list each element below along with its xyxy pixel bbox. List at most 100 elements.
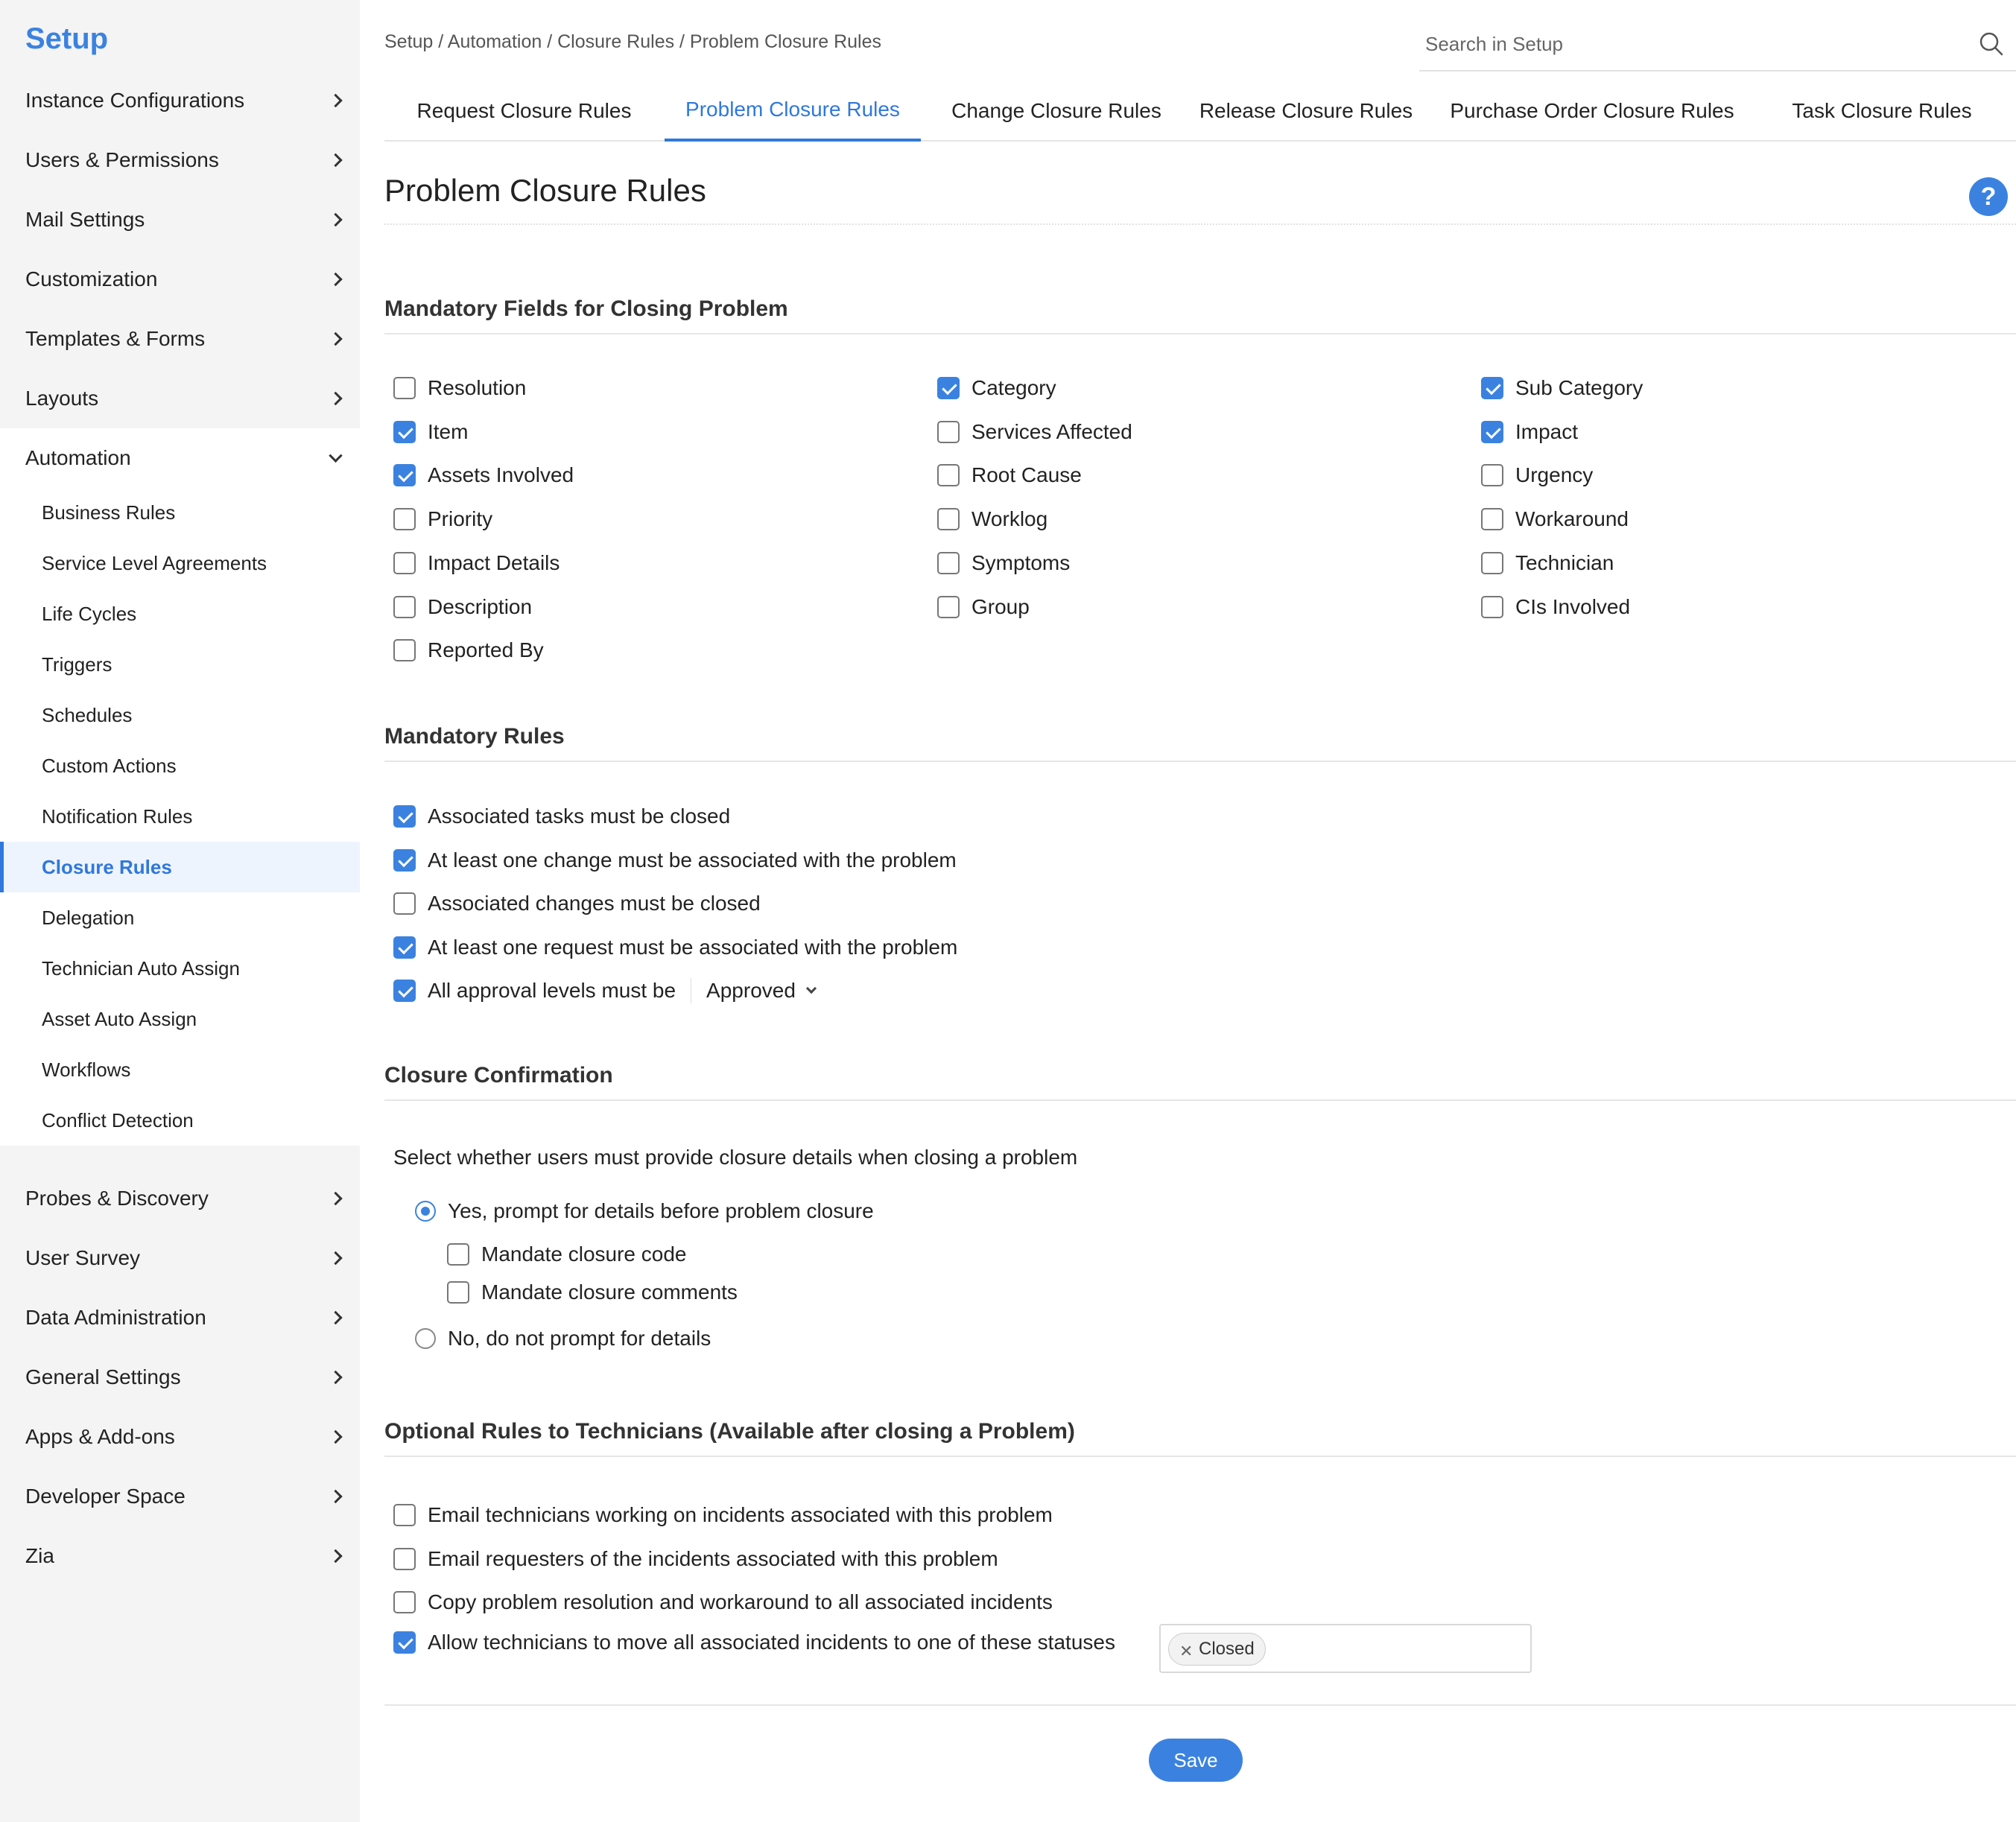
impact-details-checkbox[interactable] [393,551,416,574]
sidebar-subitem-asset-auto-assign[interactable]: Asset Auto Assign [0,994,360,1044]
mandate-closure-code-label: Mandate closure code [481,1242,687,1266]
technician-checkbox[interactable] [1481,551,1503,574]
tab-request-closure-rules[interactable]: Request Closure Rules [414,80,634,142]
sidebar-subitem-technician-auto-assign[interactable]: Technician Auto Assign [0,943,360,994]
tab-release-closure-rules[interactable]: Release Closure Rules [1194,80,1418,142]
section-divider [384,1099,2016,1101]
associated-tasks-must-be-closed-checkbox[interactable] [393,805,416,828]
mandate-closure-comments-checkbox[interactable] [447,1281,469,1304]
tab-task-closure-rules[interactable]: Task Closure Rules [1770,80,1994,142]
cis-involved-checkbox[interactable] [1481,595,1503,618]
sidebar-item-data-administration[interactable]: Data Administration [0,1288,360,1348]
associated-changes-must-be-closed-checkbox[interactable] [393,892,416,915]
sidebar-subitem-closure-rules[interactable]: Closure Rules [0,842,360,892]
symptoms-checkbox[interactable] [937,551,960,574]
sidebar-subitem-business-rules[interactable]: Business Rules [0,487,360,538]
reported-by-checkbox[interactable] [393,639,416,662]
option-services-affected: Services Affected [937,420,1132,444]
email-technicians-working-on-incidents-associated-with-this-problem-label: Email technicians working on incidents a… [428,1503,1053,1526]
services-affected-label: Services Affected [971,419,1132,443]
status-chip-label: Closed [1199,1639,1255,1659]
option-associated-changes-must-be-closed: Associated changes must be closed [393,892,761,915]
option-reported-by: Reported By [393,638,544,662]
option-workaround: Workaround [1481,507,1629,531]
sidebar-item-general-settings[interactable]: General Settings [0,1348,360,1407]
sidebar-subitem-schedules[interactable]: Schedules [0,690,360,740]
sidebar-item-automation[interactable]: Automation [0,428,360,488]
breadcrumb: Setup / Automation / Closure Rules / Pro… [384,31,881,52]
allow-move-status-checkbox[interactable] [393,1631,416,1654]
at-least-one-change-must-be-associated-with-the-problem-checkbox[interactable] [393,848,416,872]
closure-confirmation-description: Select whether users must provide closur… [393,1146,1078,1169]
sidebar-item-templates-forms[interactable]: Templates & Forms [0,309,360,369]
no-prompt-label: No, do not prompt for details [448,1327,711,1350]
description-checkbox[interactable] [393,595,416,618]
sidebar-item-developer-space[interactable]: Developer Space [0,1467,360,1526]
chevron-right-icon [329,1251,343,1266]
option-email-technicians-working-on-incidents-associated-with-this-problem: Email technicians working on incidents a… [393,1503,1053,1527]
at-least-one-change-must-be-associated-with-the-problem-label: At least one change must be associated w… [428,848,957,872]
sidebar-subitem-custom-actions[interactable]: Custom Actions [0,740,360,791]
approval-level-checkbox[interactable] [393,980,416,1002]
sidebar-subitem-delegation[interactable]: Delegation [0,892,360,943]
search-icon[interactable] [1979,31,2004,57]
impact-checkbox[interactable] [1481,420,1503,443]
option-impact-details: Impact Details [393,551,560,575]
sidebar-item-user-survey[interactable]: User Survey [0,1228,360,1288]
option-worklog: Worklog [937,507,1047,531]
priority-checkbox[interactable] [393,508,416,531]
sidebar-subitem-life-cycles[interactable]: Life Cycles [0,588,360,639]
sidebar-item-layouts[interactable]: Layouts [0,369,360,428]
sidebar-subitem-service-level-agreements[interactable]: Service Level Agreements [0,538,360,588]
sidebar-item-label: Zia [25,1544,54,1567]
sidebar-item-users-permissions[interactable]: Users & Permissions [0,130,360,190]
sub-category-checkbox[interactable] [1481,377,1503,399]
sidebar-subitem-triggers[interactable]: Triggers [0,639,360,690]
sidebar-subitem-workflows[interactable]: Workflows [0,1044,360,1095]
at-least-one-request-must-be-associated-with-the-problem-checkbox[interactable] [393,936,416,959]
email-technicians-working-on-incidents-associated-with-this-problem-checkbox[interactable] [393,1504,416,1526]
remove-chip-icon[interactable]: ✕ [1179,1642,1193,1661]
resolution-checkbox[interactable] [393,377,416,399]
item-checkbox[interactable] [393,420,416,443]
worklog-checkbox[interactable] [937,508,960,531]
sidebar-item-probes-discovery[interactable]: Probes & Discovery [0,1169,360,1228]
incident-status-select[interactable]: ✕ Closed [1159,1624,1532,1673]
tab-problem-closure-rules[interactable]: Problem Closure Rules [665,80,921,142]
chevron-right-icon [329,1549,343,1564]
footer-divider [384,1704,2016,1706]
category-checkbox[interactable] [937,377,960,399]
sidebar-subitem-notification-rules[interactable]: Notification Rules [0,791,360,842]
assets-involved-checkbox[interactable] [393,464,416,487]
email-requesters-of-the-incidents-associated-with-this-problem-checkbox[interactable] [393,1547,416,1570]
yes-prompt-radio[interactable] [415,1201,436,1222]
search-input[interactable]: Search in Setup [1419,22,2016,72]
root-cause-checkbox[interactable] [937,464,960,487]
sidebar-subitem-conflict-detection[interactable]: Conflict Detection [0,1095,360,1146]
sidebar-item-label: Users & Permissions [25,148,219,171]
sidebar-item-mail-settings[interactable]: Mail Settings [0,190,360,250]
sidebar-item-customization[interactable]: Customization [0,250,360,309]
no-prompt-radio[interactable] [415,1328,436,1349]
option-category: Category [937,376,1056,400]
save-button[interactable]: Save [1149,1739,1243,1782]
services-affected-checkbox[interactable] [937,420,960,443]
sidebar-item-instance-configurations[interactable]: Instance Configurations [0,71,360,130]
group-checkbox[interactable] [937,595,960,618]
approval-status-dropdown[interactable]: Approved [706,979,817,1003]
copy-problem-resolution-and-workaround-to-all-associated-incidents-checkbox[interactable] [393,1591,416,1613]
chevron-right-icon [329,331,343,346]
sidebar-item-apps-addons[interactable]: Apps & Add-ons [0,1407,360,1467]
chevron-right-icon [329,153,343,168]
impact-details-label: Impact Details [428,550,560,574]
tab-purchase-order-closure-rules[interactable]: Purchase Order Closure Rules [1447,80,1737,142]
urgency-checkbox[interactable] [1481,464,1503,487]
option-associated-tasks-must-be-closed: Associated tasks must be closed [393,804,730,828]
tab-change-closure-rules[interactable]: Change Closure Rules [948,80,1164,142]
workaround-checkbox[interactable] [1481,508,1503,531]
sidebar-item-zia[interactable]: Zia [0,1526,360,1586]
reported-by-label: Reported By [428,638,544,662]
mandate-closure-code-checkbox[interactable] [447,1243,469,1266]
help-icon[interactable]: ? [1969,177,2008,216]
at-least-one-request-must-be-associated-with-the-problem-label: At least one request must be associated … [428,935,958,959]
